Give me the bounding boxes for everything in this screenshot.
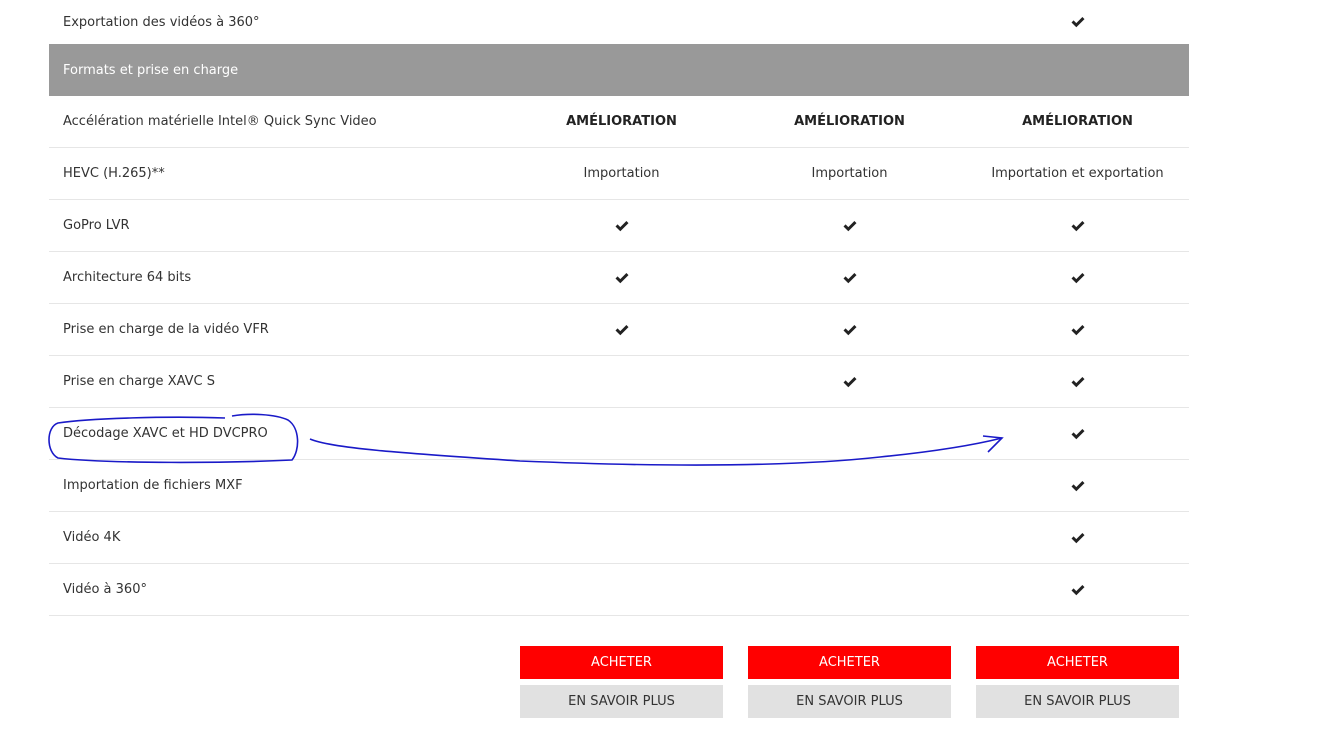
learn-more-button[interactable]: EN SAVOIR PLUS xyxy=(748,685,951,718)
table-row: HEVC (H.265)** Importation Importation Impo… xyxy=(49,148,1189,200)
cell-edition-2: AMÉLIORATION xyxy=(794,114,905,129)
row-label: GoPro LVR xyxy=(63,218,130,233)
checkmark-icon xyxy=(615,220,628,231)
table-row: Vidéo 4K xyxy=(49,512,1189,564)
cell-edition-3 xyxy=(976,512,1179,563)
cell-edition-2 xyxy=(748,252,951,303)
checkmark-icon xyxy=(1071,272,1084,283)
cell-edition-3 xyxy=(976,564,1179,615)
row-label: Architecture 64 bits xyxy=(63,270,192,285)
cell-edition-3 xyxy=(976,460,1179,511)
table-row: Prise en charge de la vidéo VFR xyxy=(49,304,1189,356)
checkmark-icon xyxy=(615,272,628,283)
cell-edition-3 xyxy=(976,0,1179,44)
row-label: Prise en charge de la vidéo VFR xyxy=(63,322,269,337)
cell-edition-1 xyxy=(520,252,723,303)
checkmark-icon xyxy=(1071,480,1084,491)
cell-edition-1 xyxy=(520,304,723,355)
row-label: Exportation des vidéos à 360° xyxy=(63,14,260,30)
cell-edition-3 xyxy=(976,252,1179,303)
checkmark-icon xyxy=(1071,324,1084,335)
buy-button[interactable]: ACHETER xyxy=(520,646,723,679)
cell-edition-3 xyxy=(976,356,1179,407)
table-row: Accélération matérielle Intel® Quick Syn… xyxy=(49,96,1189,148)
cell-edition-3 xyxy=(976,304,1179,355)
table-row: Prise en charge XAVC S xyxy=(49,356,1189,408)
cell-edition-3 xyxy=(976,200,1179,251)
row-label: Décodage XAVC et HD DVCPRO xyxy=(63,426,268,441)
checkmark-icon xyxy=(1071,220,1084,231)
learn-more-button[interactable]: EN SAVOIR PLUS xyxy=(976,685,1179,718)
buy-button[interactable]: ACHETER xyxy=(976,646,1179,679)
table-row: GoPro LVR xyxy=(49,200,1189,252)
row-label: Vidéo à 360° xyxy=(63,582,147,597)
table-row: Vidéo à 360° xyxy=(49,564,1189,616)
buy-button[interactable]: ACHETER xyxy=(748,646,951,679)
cell-edition-2 xyxy=(748,200,951,251)
learn-more-button[interactable]: EN SAVOIR PLUS xyxy=(520,685,723,718)
row-label: Importation de fichiers MXF xyxy=(63,478,243,493)
checkmark-icon xyxy=(1071,17,1084,28)
comparison-table: Exportation des vidéos à 360° Formats et… xyxy=(49,0,1189,616)
cell-edition-1 xyxy=(520,200,723,251)
checkmark-icon xyxy=(1071,428,1084,439)
checkmark-icon xyxy=(1071,532,1084,543)
section-title: Formats et prise en charge xyxy=(63,62,239,78)
checkmark-icon xyxy=(843,324,856,335)
checkmark-icon xyxy=(1071,376,1084,387)
table-row: Décodage XAVC et HD DVCPRO xyxy=(49,408,1189,460)
cell-edition-1: Importation xyxy=(583,166,660,181)
row-label: Prise en charge XAVC S xyxy=(63,374,216,389)
cell-edition-2 xyxy=(748,304,951,355)
checkmark-icon xyxy=(843,376,856,387)
row-label: Accélération matérielle Intel® Quick Syn… xyxy=(63,114,377,129)
cell-edition-1: AMÉLIORATION xyxy=(566,114,677,129)
table-row: Architecture 64 bits xyxy=(49,252,1189,304)
cell-edition-3: AMÉLIORATION xyxy=(1022,114,1133,129)
row-label: Vidéo 4K xyxy=(63,530,121,545)
checkmark-icon xyxy=(1071,584,1084,595)
table-row: Exportation des vidéos à 360° xyxy=(49,0,1189,44)
row-label: HEVC (H.265)** xyxy=(63,166,165,181)
checkmark-icon xyxy=(843,220,856,231)
cell-edition-3 xyxy=(976,408,1179,459)
table-row: Importation de fichiers MXF xyxy=(49,460,1189,512)
cell-edition-2: Importation xyxy=(811,166,888,181)
cell-edition-3: Importation et exportation xyxy=(991,166,1164,181)
checkmark-icon xyxy=(615,324,628,335)
section-header: Formats et prise en charge xyxy=(49,44,1189,96)
checkmark-icon xyxy=(843,272,856,283)
cell-edition-2 xyxy=(748,356,951,407)
